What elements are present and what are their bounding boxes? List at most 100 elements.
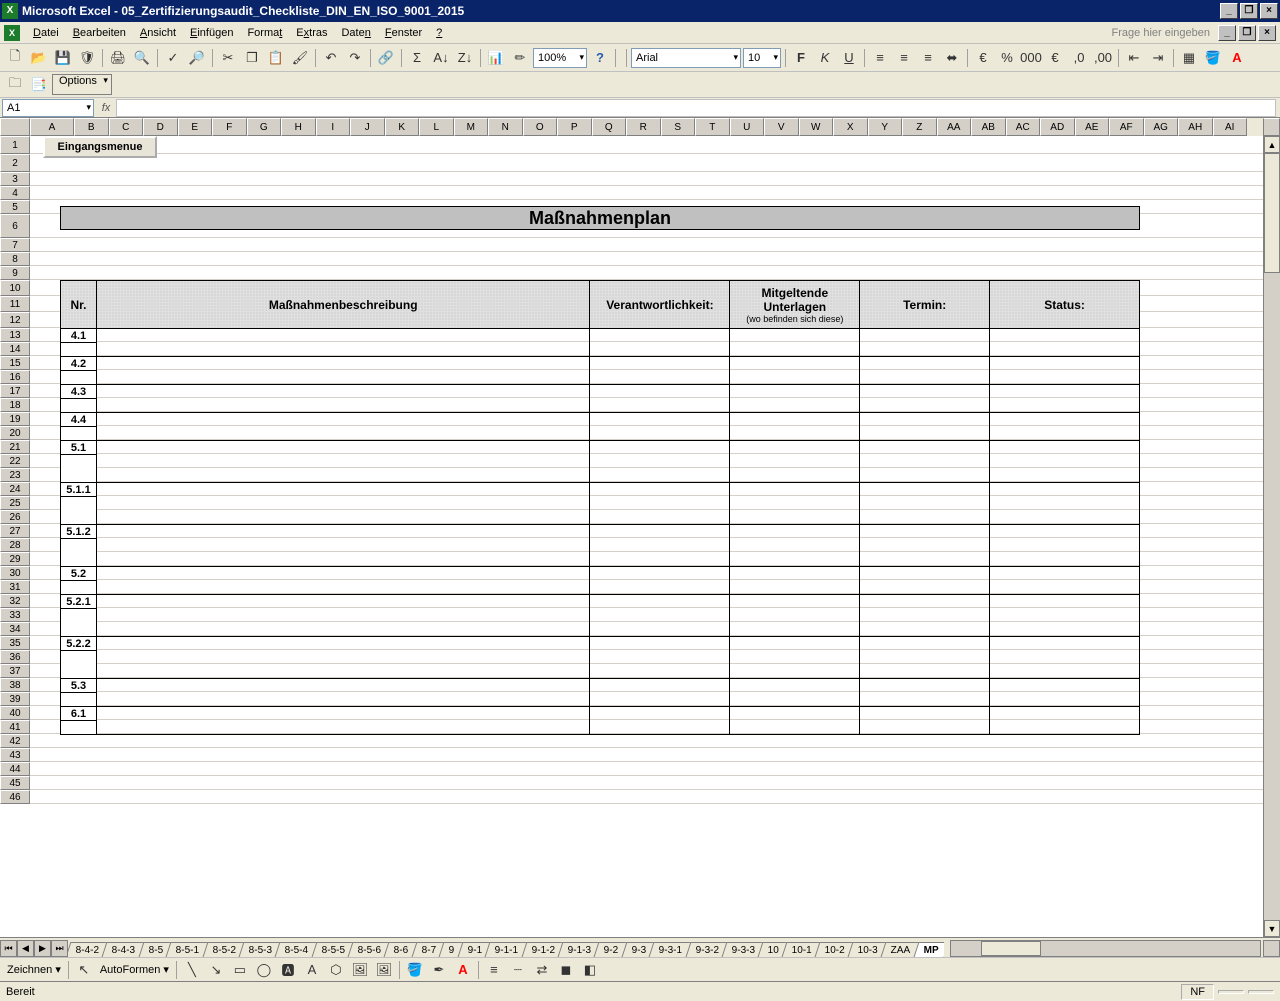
column-header-AC[interactable]: AC (1006, 118, 1041, 136)
autosum-icon[interactable]: Σ (406, 47, 428, 69)
column-header-F[interactable]: F (212, 118, 247, 136)
data-cell[interactable] (860, 595, 990, 637)
row-header-2[interactable]: 2 (0, 154, 30, 172)
data-cell[interactable] (590, 483, 730, 525)
horizontal-scrollbar[interactable] (950, 940, 1261, 957)
data-cell[interactable] (96, 357, 589, 385)
column-header-R[interactable]: R (626, 118, 661, 136)
align-left-icon[interactable]: ≡ (869, 47, 891, 69)
data-cell[interactable] (860, 707, 990, 735)
column-header-U[interactable]: U (730, 118, 765, 136)
clipart-icon[interactable]: 🖼 (349, 959, 371, 981)
doc-minimize-button[interactable]: _ (1218, 25, 1236, 41)
column-header-J[interactable]: J (350, 118, 385, 136)
row-header-9[interactable]: 9 (0, 266, 30, 280)
merge-center-icon[interactable]: ⬌ (941, 47, 963, 69)
menu-bearbeiten[interactable]: Bearbeiten (66, 25, 133, 41)
data-cell[interactable] (730, 357, 860, 385)
data-cell[interactable] (590, 595, 730, 637)
row-header-25[interactable]: 25 (0, 496, 30, 510)
row-header-33[interactable]: 33 (0, 608, 30, 622)
row-header-29[interactable]: 29 (0, 552, 30, 566)
row-header-28[interactable]: 28 (0, 538, 30, 552)
row-header-36[interactable]: 36 (0, 650, 30, 664)
row-header-44[interactable]: 44 (0, 762, 30, 776)
row-header-32[interactable]: 32 (0, 594, 30, 608)
research-icon[interactable]: 🔎 (186, 47, 208, 69)
line-style-icon[interactable]: ≡ (483, 959, 505, 981)
line-color-icon[interactable]: ✒ (428, 959, 450, 981)
data-cell[interactable] (730, 679, 860, 707)
data-cell[interactable] (96, 637, 589, 679)
font-combo[interactable]: Arial (631, 48, 741, 68)
row-header-6[interactable]: 6 (0, 214, 30, 238)
column-header-AI[interactable]: AI (1213, 118, 1248, 136)
row-header-22[interactable]: 22 (0, 454, 30, 468)
data-cell[interactable] (990, 525, 1140, 567)
data-cell[interactable] (96, 329, 589, 357)
drawing-toolbar-icon[interactable]: ✏ (509, 47, 531, 69)
data-cell[interactable] (860, 357, 990, 385)
data-cell[interactable] (730, 525, 860, 567)
percent-icon[interactable]: % (996, 47, 1018, 69)
column-header-S[interactable]: S (661, 118, 696, 136)
decrease-indent-icon[interactable]: ⇤ (1123, 47, 1145, 69)
hyperlink-icon[interactable]: 🔗 (375, 47, 397, 69)
increase-indent-icon[interactable]: ⇥ (1147, 47, 1169, 69)
restore-button[interactable]: ❐ (1240, 3, 1258, 19)
data-cell[interactable] (990, 413, 1140, 441)
name-box[interactable]: A1 (2, 99, 94, 117)
column-header-AG[interactable]: AG (1144, 118, 1179, 136)
textbox-icon[interactable]: 🅰 (277, 959, 299, 981)
row-header-34[interactable]: 34 (0, 622, 30, 636)
column-header-V[interactable]: V (764, 118, 799, 136)
column-header-M[interactable]: M (454, 118, 489, 136)
diagram-icon[interactable]: ⬡ (325, 959, 347, 981)
bold-icon[interactable]: F (790, 47, 812, 69)
data-cell[interactable] (990, 679, 1140, 707)
spelling-icon[interactable]: ✓ (162, 47, 184, 69)
data-cell[interactable] (96, 413, 589, 441)
menu-daten[interactable]: Daten (334, 25, 377, 41)
permission-icon[interactable]: 🛡 (76, 47, 98, 69)
decrease-decimal-icon[interactable]: ,00 (1092, 47, 1114, 69)
tab-last-icon[interactable]: ⏭ (51, 940, 68, 957)
data-cell[interactable] (590, 637, 730, 679)
currency-icon[interactable]: € (972, 47, 994, 69)
fx-icon[interactable]: fx (96, 102, 116, 114)
row-header-43[interactable]: 43 (0, 748, 30, 762)
row-header-38[interactable]: 38 (0, 678, 30, 692)
vscroll-thumb[interactable] (1264, 153, 1280, 273)
data-cell[interactable] (990, 707, 1140, 735)
data-cell[interactable] (96, 707, 589, 735)
row-header-21[interactable]: 21 (0, 440, 30, 454)
data-cell[interactable] (730, 567, 860, 595)
shadow-icon[interactable]: ◼ (555, 959, 577, 981)
minimize-button[interactable]: _ (1220, 3, 1238, 19)
data-cell[interactable] (860, 441, 990, 483)
tab-first-icon[interactable]: ⏮ (0, 940, 17, 957)
comma-icon[interactable]: 000 (1020, 47, 1042, 69)
data-cell[interactable] (96, 679, 589, 707)
data-cell[interactable] (96, 567, 589, 595)
data-cell[interactable] (990, 357, 1140, 385)
column-header-AE[interactable]: AE (1075, 118, 1110, 136)
menu-help[interactable]: ? (429, 25, 449, 41)
column-header-C[interactable]: C (109, 118, 144, 136)
print-icon[interactable]: 🖨 (107, 47, 129, 69)
tab-next-icon[interactable]: ▶ (34, 940, 51, 957)
rectangle-icon[interactable]: ▭ (229, 959, 251, 981)
options-button[interactable]: Options (52, 74, 112, 95)
data-cell[interactable] (590, 357, 730, 385)
column-header-AB[interactable]: AB (971, 118, 1006, 136)
data-cell[interactable] (590, 707, 730, 735)
column-header-T[interactable]: T (695, 118, 730, 136)
align-right-icon[interactable]: ≡ (917, 47, 939, 69)
column-header-Y[interactable]: Y (868, 118, 903, 136)
ask-a-question-box[interactable]: Frage hier eingeben (1112, 27, 1216, 39)
menu-format[interactable]: Format (240, 25, 289, 41)
line-icon[interactable]: ╲ (181, 959, 203, 981)
row-header-13[interactable]: 13 (0, 328, 30, 342)
scroll-down-icon[interactable]: ▼ (1264, 920, 1280, 937)
cut-icon[interactable]: ✂ (217, 47, 239, 69)
